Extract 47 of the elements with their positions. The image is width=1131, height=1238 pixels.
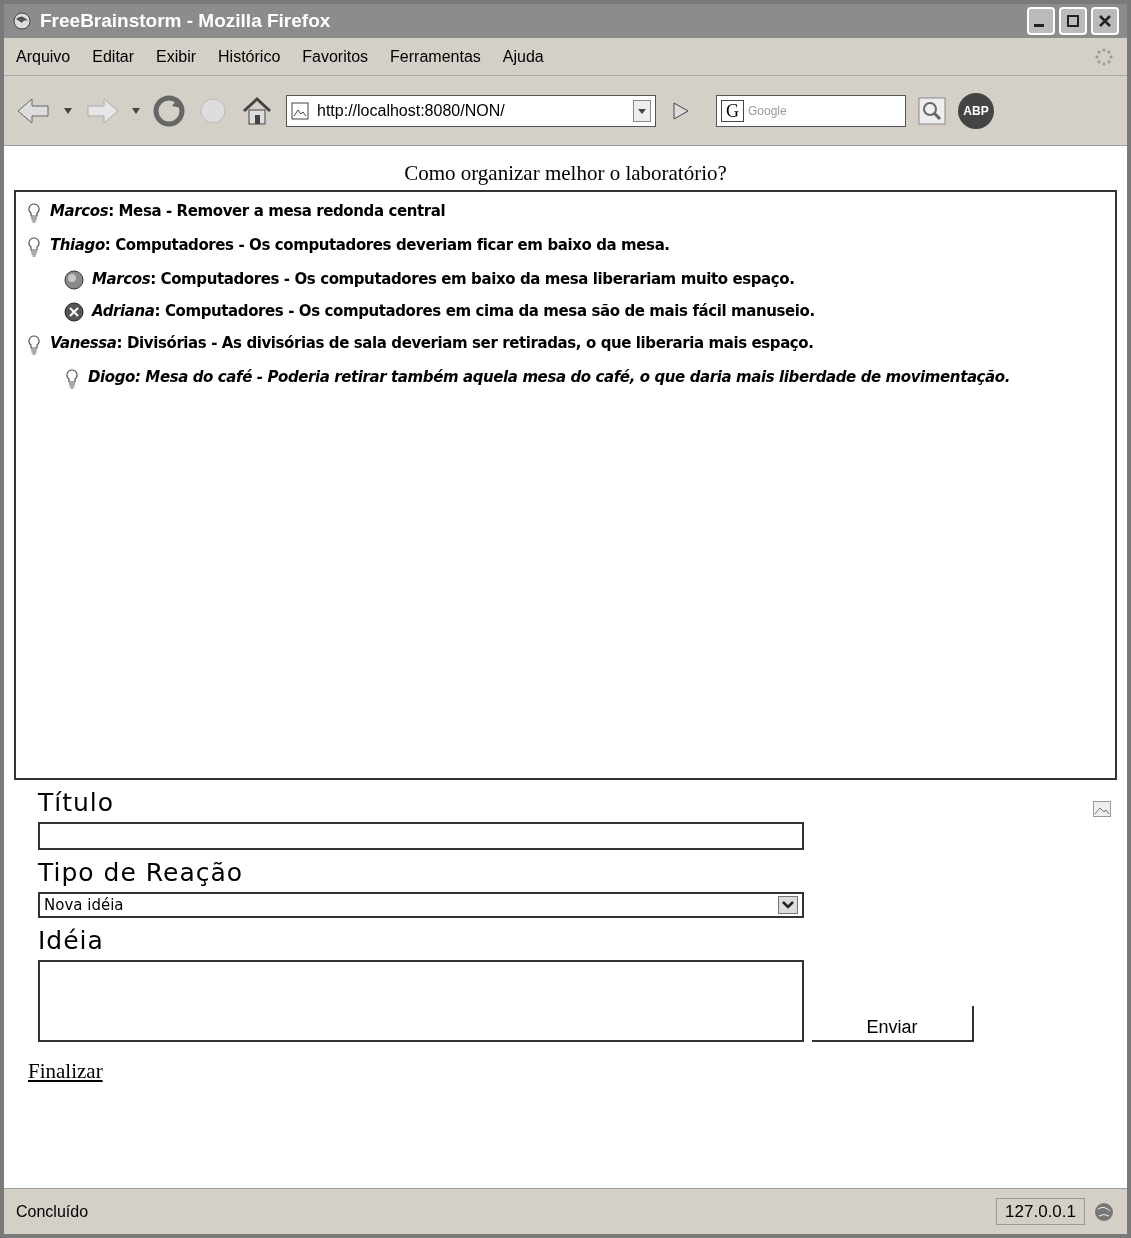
lightbulb-icon — [64, 368, 80, 390]
menu-item[interactable]: Editar — [92, 44, 135, 69]
field-label: Tipo de Reação — [38, 858, 244, 888]
menu-item[interactable]: Favoritos — [302, 44, 369, 69]
idea-text: Marcos: Computadores - Os computadores em baixo da mesa liberariam muito espaço. — [92, 270, 795, 288]
host-text: 127.0.0.1 — [996, 1197, 1085, 1226]
adblock-button[interactable]: ABP — [958, 92, 994, 129]
idea-text: Thiago: Computadores - Os computadores deveriam ficar em baixo da mesa. — [50, 236, 670, 254]
idea-textarea[interactable] — [38, 960, 804, 1042]
caret-icon[interactable] — [64, 107, 72, 114]
maximize-button[interactable] — [1059, 7, 1087, 35]
image-icon — [1093, 801, 1111, 817]
menu-item[interactable]: Ferramentas — [390, 44, 481, 69]
reaction-type-select[interactable]: Nova idéia — [38, 892, 804, 918]
x-circle-icon — [64, 302, 84, 322]
menu-item[interactable]: Histórico — [218, 44, 281, 69]
lightbulb-icon — [26, 202, 42, 224]
lightbulb-icon — [26, 334, 42, 356]
search-button[interactable] — [918, 96, 946, 125]
menu-item[interactable]: Ajuda — [502, 44, 544, 69]
finish-link[interactable]: Finalizar — [28, 1056, 103, 1088]
idea-text: Adriana: Computadores - Os computadores em cima da mesa são de mais fácil manuseio. — [92, 302, 815, 320]
round-icon — [64, 270, 84, 290]
title-input[interactable] — [38, 822, 804, 850]
close-button[interactable] — [1091, 7, 1119, 35]
idea-text: Vanessa: Divisórias - As divisórias de sala deveriam ser retiradas, o que liberaria mais espaço. — [50, 334, 814, 352]
page-heading: Como organizar melhor o laboratório? — [403, 160, 728, 186]
lightbulb-icon — [26, 236, 42, 258]
reload-button[interactable] — [152, 93, 186, 128]
close-icon — [1098, 14, 1112, 28]
menu-item[interactable]: Exibir — [156, 44, 197, 69]
window-title: FreeBrainstorm - Mozilla Firefox — [40, 8, 331, 33]
menu-item[interactable]: Arquivo — [16, 44, 71, 69]
submit-button[interactable]: Enviar — [812, 1006, 974, 1042]
page-icon — [291, 101, 309, 120]
maximize-icon — [1066, 14, 1080, 28]
minimize-button[interactable] — [1027, 7, 1055, 35]
caret-icon[interactable] — [633, 99, 651, 122]
idea-text: Marcos: Mesa - Remover a mesa redonda central — [50, 202, 446, 220]
chevron-down-icon — [778, 896, 798, 914]
idea-text: Diogo: Mesa do café - Poderia retirar também aquela mesa do café, o que daria mais liberdade de movimentação. — [88, 368, 1011, 386]
status-text: Concluído — [16, 1201, 89, 1222]
search-field[interactable]: G Google — [716, 94, 906, 127]
caret-icon[interactable] — [132, 107, 140, 114]
address-field[interactable]: http://localhost:8080/NON/ — [286, 94, 656, 127]
field-label: Idéia — [38, 926, 104, 956]
field-label: Título — [38, 788, 115, 818]
